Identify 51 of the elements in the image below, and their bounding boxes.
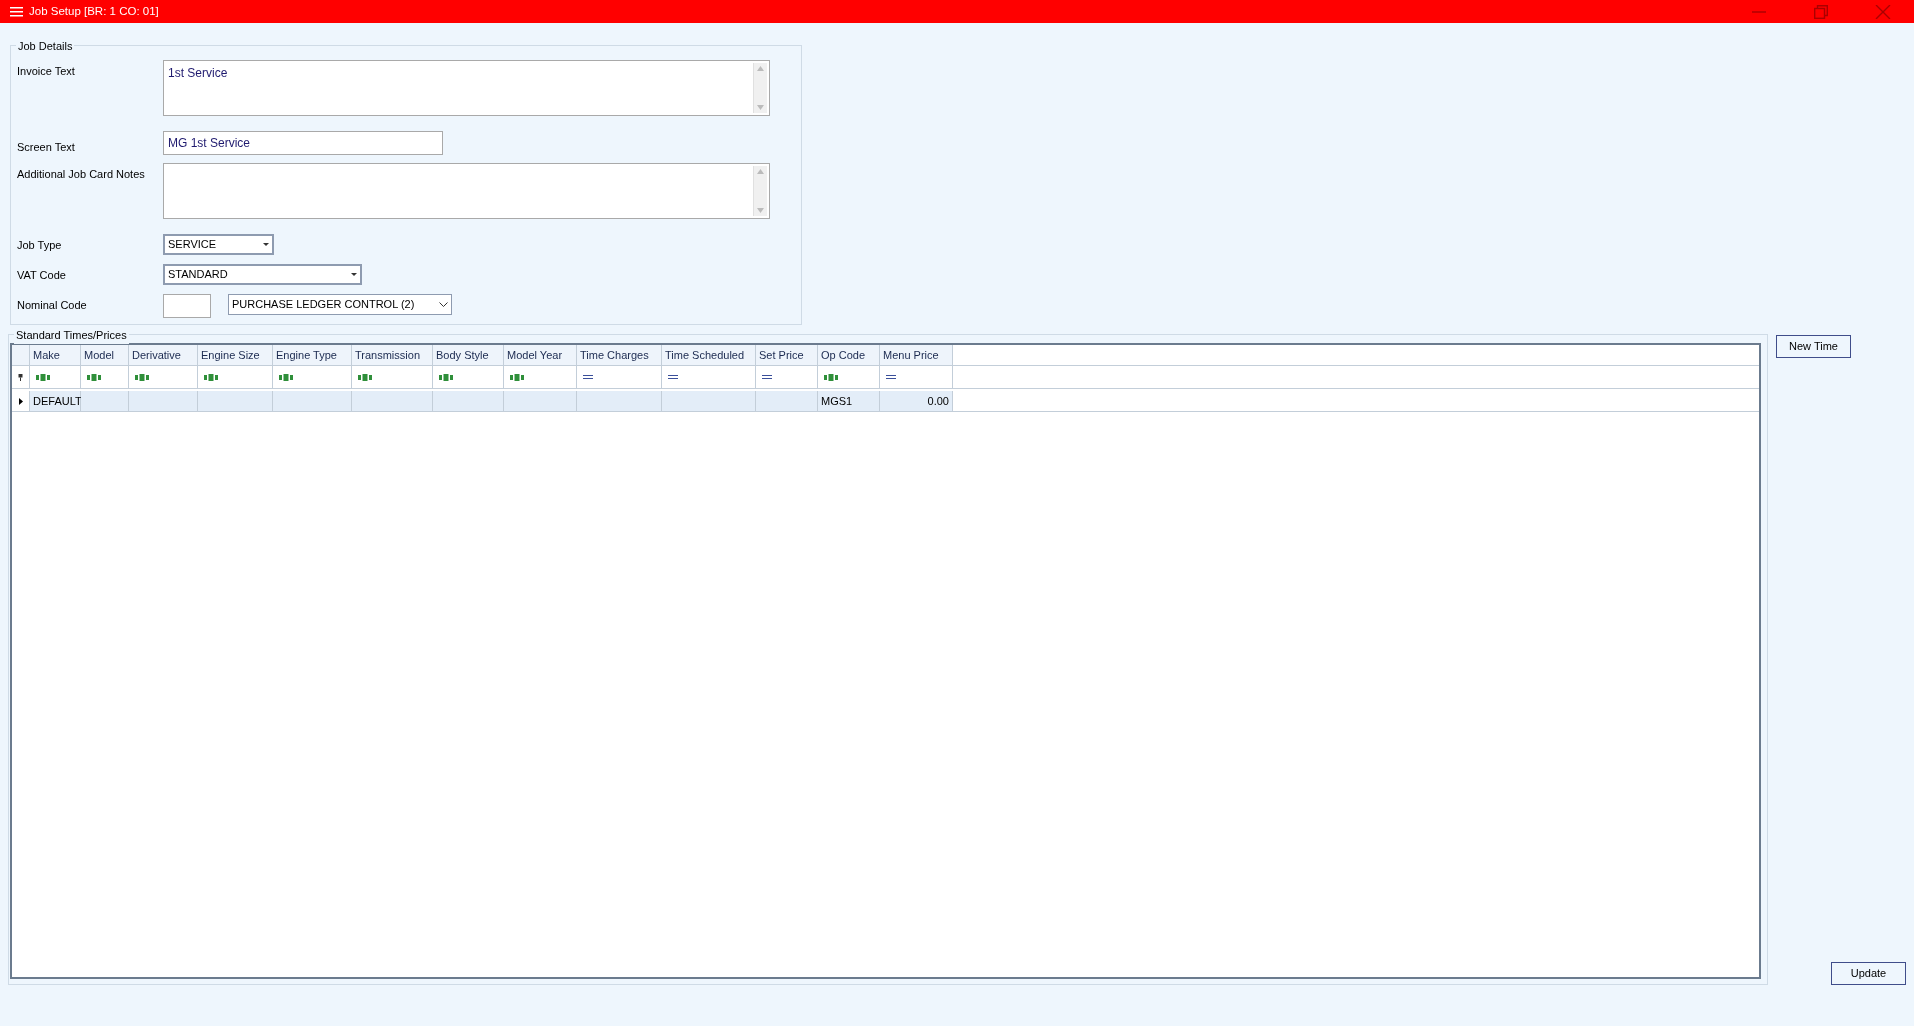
column-header[interactable]: Body Style xyxy=(433,345,504,365)
column-header[interactable]: Derivative xyxy=(129,345,198,365)
job-type-dropdown[interactable]: SERVICE xyxy=(163,234,274,255)
field-label: Job Type xyxy=(17,238,63,253)
pin-icon xyxy=(18,373,23,381)
equals-filter-icon[interactable] xyxy=(762,375,772,379)
column-header[interactable]: Model Year xyxy=(504,345,577,365)
new-time-button[interactable]: New Time xyxy=(1776,335,1851,358)
window-title: Job Setup [BR: 1 CO: 01] xyxy=(29,3,159,19)
nominal-code-dropdown[interactable]: PURCHASE LEDGER CONTROL (2) xyxy=(228,294,452,315)
text-filter-icon[interactable] xyxy=(135,373,149,381)
text-filter-icon[interactable] xyxy=(279,373,293,381)
column-header[interactable]: Engine Type xyxy=(273,345,352,365)
header-corner-cell[interactable] xyxy=(12,345,30,365)
text-filter-icon[interactable] xyxy=(204,373,218,381)
field-label: Invoice Text xyxy=(17,64,76,79)
nominal-code-field[interactable] xyxy=(163,294,211,318)
column-header[interactable]: Set Price xyxy=(756,345,818,365)
caret-down-icon xyxy=(263,243,269,246)
text-filter-icon[interactable] xyxy=(510,373,524,381)
field-label: Additional Job Card Notes xyxy=(17,167,146,182)
column-header[interactable]: Make xyxy=(30,345,81,365)
row-pointer-icon xyxy=(18,397,23,405)
text-filter-icon[interactable] xyxy=(358,373,372,381)
update-button[interactable]: Update xyxy=(1831,962,1906,985)
text-filter-icon[interactable] xyxy=(824,373,838,381)
column-header[interactable]: Model xyxy=(81,345,129,365)
text-filter-icon[interactable] xyxy=(439,373,453,381)
table-cell: 0.00 xyxy=(880,391,953,411)
equals-filter-icon[interactable] xyxy=(886,375,896,379)
text-filter-icon[interactable] xyxy=(36,373,50,381)
table-cell: DEFAULT xyxy=(30,391,81,411)
column-header[interactable]: Time Charges xyxy=(577,345,662,365)
field-label: VAT Code xyxy=(17,268,67,283)
field-label: Screen Text xyxy=(17,139,76,155)
menu-icon[interactable] xyxy=(10,6,23,17)
column-header[interactable]: Menu Price xyxy=(880,345,953,365)
vat-code-dropdown[interactable]: STANDARD xyxy=(163,264,362,285)
column-header[interactable]: Transmission xyxy=(352,345,433,365)
column-header[interactable]: Op Code xyxy=(818,345,880,365)
table-cell: MGS1 xyxy=(818,391,880,411)
field-label: Nominal Code xyxy=(17,298,88,313)
caret-down-icon xyxy=(351,273,357,276)
screen-text-field[interactable]: MG 1st Service xyxy=(163,131,443,155)
column-header[interactable]: Engine Size xyxy=(198,345,273,365)
field-value: 1st Service xyxy=(167,65,229,82)
column-header[interactable]: Time Scheduled xyxy=(662,345,756,365)
equals-filter-icon[interactable] xyxy=(583,375,593,379)
text-filter-icon[interactable] xyxy=(87,373,101,381)
chevron-down-icon xyxy=(439,302,448,307)
equals-filter-icon[interactable] xyxy=(668,375,678,379)
